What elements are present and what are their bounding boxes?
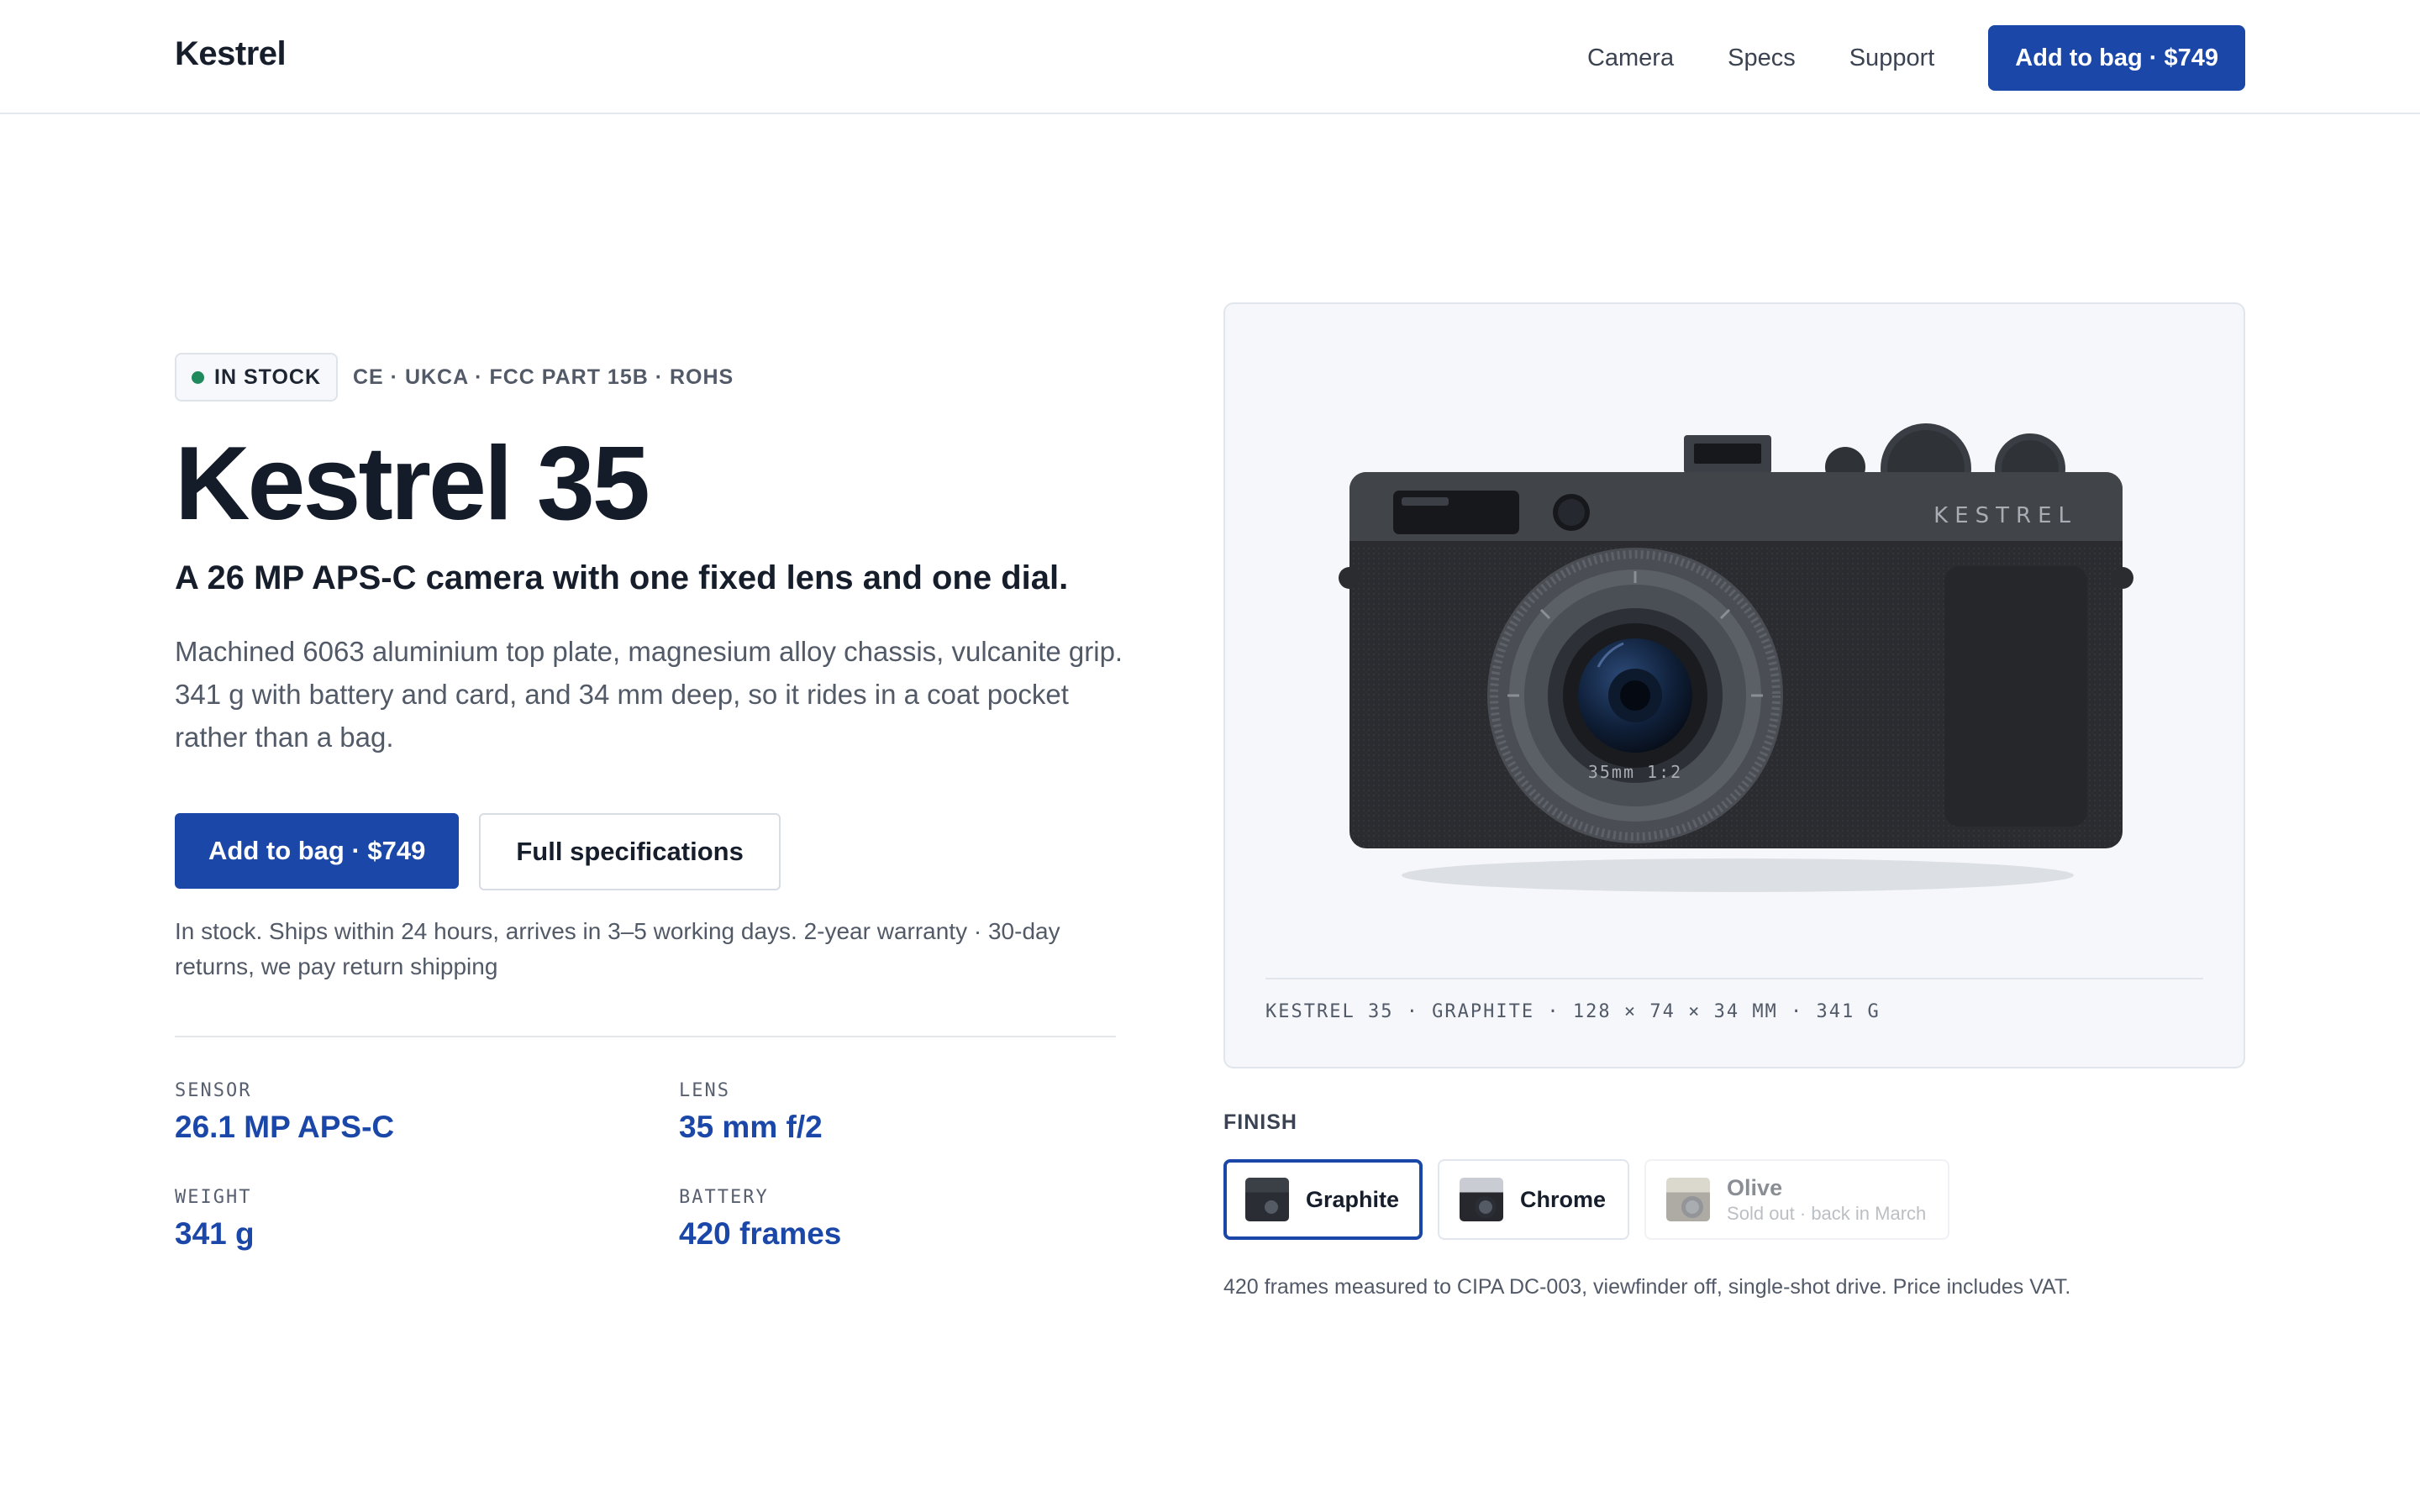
- site-header: Kestrel Camera Specs Support Add to bag …: [0, 0, 2420, 114]
- finish-option-graphite[interactable]: Graphite: [1223, 1159, 1423, 1240]
- stock-badge: IN STOCK: [175, 353, 338, 402]
- header-add-to-bag-button[interactable]: Add to bag · $749: [1988, 25, 2245, 91]
- spec-value: 35 mm f/2: [679, 1110, 823, 1144]
- finish-options: Graphite Chrome Olive Sold out · back in…: [1223, 1159, 1965, 1240]
- spec-battery: BATTERY 420 frames: [679, 1187, 841, 1252]
- nav-link-support[interactable]: Support: [1849, 45, 1935, 72]
- graphite-swatch-icon: [1245, 1178, 1289, 1221]
- finish-option-name: Chrome: [1520, 1186, 1607, 1212]
- spec-label: SENSOR: [175, 1080, 252, 1101]
- olive-swatch-icon: [1666, 1178, 1711, 1221]
- product-title: Kestrel 35: [175, 426, 650, 542]
- spec-label: BATTERY: [679, 1187, 769, 1208]
- spec-value: 420 frames: [679, 1216, 842, 1251]
- stock-dot-icon: [192, 370, 204, 384]
- finish-option-olive: Olive Sold out · back in March: [1644, 1159, 1950, 1240]
- spec-value: 341 g: [175, 1216, 255, 1251]
- finish-note: 420 frames measured to CIPA DC-003, view…: [1223, 1275, 2071, 1299]
- spec-value: 26.1 MP APS-C: [175, 1110, 395, 1144]
- chrome-swatch-icon: [1460, 1178, 1504, 1221]
- finish-label: FINISH: [1223, 1110, 1297, 1134]
- finish-option-availability: Sold out · back in March: [1727, 1202, 1927, 1224]
- brand-logo[interactable]: Kestrel: [175, 35, 287, 73]
- product-description: Machined 6063 aluminium top plate, magne…: [175, 636, 1123, 753]
- cta-row: Add to bag · $749 Full specifications: [175, 813, 781, 890]
- lens-marking: 35mm 1:2: [1588, 762, 1682, 782]
- spec-label: WEIGHT: [175, 1187, 252, 1208]
- product-image-panel: KESTREL 35mm 1:2 KESTREL 35 · GRAPHITE ·…: [1223, 302, 2245, 1068]
- camera-illustration: KESTREL 35mm 1:2: [1339, 423, 2133, 892]
- product-subtitle: A 26 MP APS-C camera with one fixed lens…: [175, 559, 1069, 596]
- finish-option-chrome[interactable]: Chrome: [1438, 1159, 1630, 1240]
- camera-engraving: KESTREL: [1933, 503, 2077, 528]
- finish-option-name: Olive: [1727, 1174, 1783, 1200]
- spec-sensor: SENSOR 26.1 MP APS-C: [175, 1080, 394, 1145]
- spec-lens: LENS 35 mm f/2: [679, 1080, 823, 1145]
- product-meta: IN STOCK CE · UKCA · FCC PART 15B · ROHS: [175, 353, 734, 402]
- spec-label: LENS: [679, 1080, 730, 1101]
- caption-divider: [1265, 978, 2203, 979]
- stock-badge-label: IN STOCK: [214, 365, 321, 389]
- spec-weight: WEIGHT 341 g: [175, 1187, 255, 1252]
- certifications: CE · UKCA · FCC PART 15B · ROHS: [353, 365, 734, 389]
- nav-link-specs[interactable]: Specs: [1728, 45, 1796, 72]
- main-nav: Camera Specs Support Add to bag · $749: [1587, 25, 2245, 91]
- divider: [175, 1036, 1116, 1037]
- image-caption: KESTREL 35 · GRAPHITE · 128 × 74 × 34 MM…: [1265, 1001, 1881, 1022]
- finish-option-name: Graphite: [1306, 1186, 1400, 1212]
- full-specifications-button[interactable]: Full specifications: [479, 813, 781, 890]
- nav-link-camera[interactable]: Camera: [1587, 45, 1674, 72]
- shipping-note: In stock. Ships within 24 hours, arrives…: [175, 918, 1060, 979]
- add-to-bag-button[interactable]: Add to bag · $749: [175, 813, 460, 889]
